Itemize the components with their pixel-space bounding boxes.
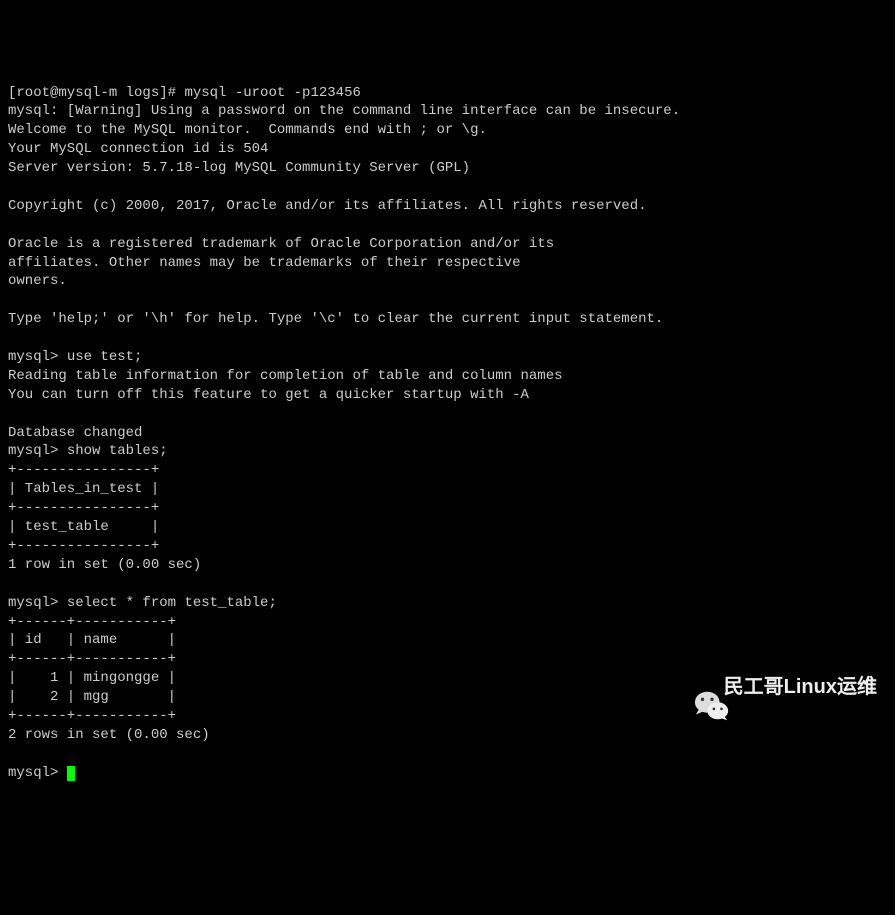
output-line: Copyright (c) 2000, 2017, Oracle and/or … (8, 198, 647, 214)
table-row: | test_table | (8, 519, 159, 535)
wechat-icon (678, 668, 716, 706)
output-line: Server version: 5.7.18-log MySQL Communi… (8, 160, 470, 176)
table-header: | id | name | (8, 632, 176, 648)
shell-command: mysql -uroot -p123456 (184, 85, 360, 101)
output-line: Database changed (8, 425, 142, 441)
table-border: +----------------+ (8, 500, 159, 516)
table-border: +----------------+ (8, 538, 159, 554)
output-line: affiliates. Other names may be trademark… (8, 255, 520, 271)
output-line: Welcome to the MySQL monitor. Commands e… (8, 122, 487, 138)
mysql-prompt: mysql> (8, 349, 67, 365)
cursor[interactable] (67, 766, 75, 781)
table-border: +------+-----------+ (8, 651, 176, 667)
output-line: Your MySQL connection id is 504 (8, 141, 268, 157)
output-line: You can turn off this feature to get a q… (8, 387, 529, 403)
mysql-prompt: mysql> (8, 765, 67, 781)
output-line: Reading table information for completion… (8, 368, 563, 384)
mysql-command: use test; (67, 349, 143, 365)
mysql-command: select * from test_table; (67, 595, 277, 611)
table-header: | Tables_in_test | (8, 481, 159, 497)
result-summary: 2 rows in set (0.00 sec) (8, 727, 210, 743)
mysql-command: show tables; (67, 443, 168, 459)
table-row: | 1 | mingongge | (8, 670, 176, 686)
output-line: owners. (8, 273, 67, 289)
table-border: +------+-----------+ (8, 614, 176, 630)
mysql-prompt: mysql> (8, 595, 67, 611)
table-border: +------+-----------+ (8, 708, 176, 724)
watermark-text: 民工哥Linux运维 (724, 674, 877, 701)
result-summary: 1 row in set (0.00 sec) (8, 557, 201, 573)
shell-prompt: [root@mysql-m logs]# (8, 85, 184, 101)
table-border: +----------------+ (8, 462, 159, 478)
output-line: Oracle is a registered trademark of Orac… (8, 236, 554, 252)
output-line: mysql: [Warning] Using a password on the… (8, 103, 680, 119)
mysql-prompt: mysql> (8, 443, 67, 459)
table-row: | 2 | mgg | (8, 689, 176, 705)
watermark: 民工哥Linux运维 (678, 668, 877, 706)
output-line: Type 'help;' or '\h' for help. Type '\c'… (8, 311, 663, 327)
